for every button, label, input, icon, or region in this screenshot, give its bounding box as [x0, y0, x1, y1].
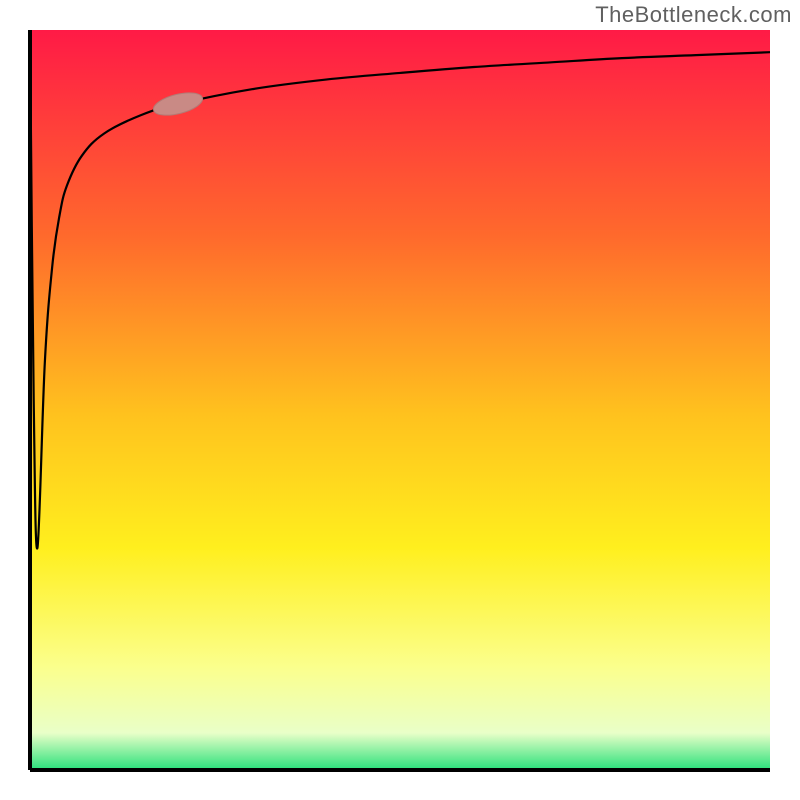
bottleneck-chart [0, 0, 800, 800]
plot-background [30, 30, 770, 770]
chart-container: TheBottleneck.com [0, 0, 800, 800]
